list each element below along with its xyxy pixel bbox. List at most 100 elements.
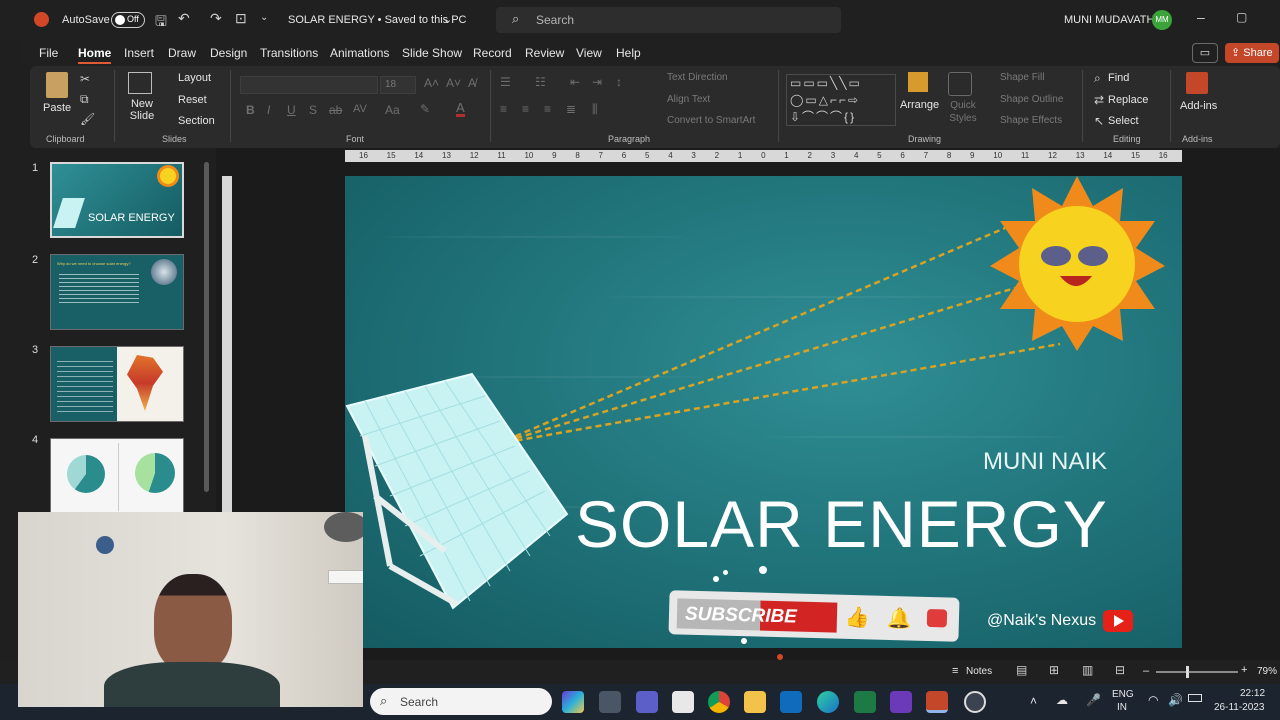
normal-view-icon[interactable]: ▤ [1016,663,1027,677]
reset-button[interactable]: Reset [178,94,207,106]
save-icon[interactable]: 🖫 [155,11,167,35]
slide-thumbnail-4[interactable] [50,438,184,514]
bullets-icon[interactable]: ☰ [500,75,511,89]
shape-outline-button[interactable]: Shape Outline [1000,94,1063,105]
font-name-dropdown[interactable] [240,76,378,94]
paste-button[interactable]: Paste [40,72,74,120]
subscribe-button[interactable]: SUBSCRIBE [676,598,838,633]
zoom-out-icon[interactable]: – [1143,665,1149,677]
change-case-icon[interactable]: Aa [385,103,400,117]
align-center-icon[interactable]: ≡ [522,102,529,116]
tab-file[interactable]: File [39,46,58,60]
powerpoint-taskbar-icon[interactable] [926,691,948,713]
tab-view[interactable]: View [576,46,602,60]
undo-icon[interactable]: ↶ [178,10,190,27]
new-slide-button[interactable]: New Slide [122,72,158,126]
copilot-icon[interactable] [562,691,584,713]
font-color-icon[interactable]: A [456,101,465,117]
clipchamp-icon[interactable] [890,691,912,713]
slide-thumbnail-3[interactable] [50,346,184,422]
tab-record[interactable]: Record [473,46,512,60]
panel-scrollbar[interactable] [204,162,209,492]
tab-animations[interactable]: Animations [330,46,389,60]
redo-icon[interactable]: ↷ [210,10,222,27]
maximize-icon[interactable]: ▢ [1236,10,1247,24]
replace-button[interactable]: Replace [1108,94,1148,106]
highlight-icon[interactable]: ✎ [420,102,430,116]
text-direction-button[interactable]: Text Direction [667,72,728,83]
quick-styles-button[interactable]: Quick Styles [942,72,982,130]
shape-effects-button[interactable]: Shape Effects [1000,115,1062,126]
taskbar-search[interactable]: ⌕ Search [370,688,552,715]
search-box[interactable]: ⌕ Search [496,7,841,33]
layout-button[interactable]: Layout [178,72,211,84]
shapes-gallery[interactable]: ▭▭▭╲╲▭ ◯▭△⌐⌐⇨ ⇩⌒⌒⌒{} [786,74,896,126]
wifi-icon[interactable]: ◠ [1148,693,1158,707]
underline-icon[interactable]: U [287,103,296,117]
outlook-icon[interactable] [780,691,802,713]
minimize-icon[interactable]: – [1197,9,1205,25]
decrease-indent-icon[interactable]: ⇤ [570,75,580,89]
share-button[interactable]: ⇪ Share [1225,43,1279,63]
slideshow-view-icon[interactable]: ⊟ [1115,663,1125,677]
addins-button[interactable]: Add-ins [1178,72,1218,126]
language-indicator-bottom[interactable]: IN [1117,702,1127,713]
align-left-icon[interactable]: ≡ [500,102,507,116]
autosave-toggle[interactable]: Off [111,12,145,28]
clock-date[interactable]: 26-11-2023 [1214,702,1264,713]
slide-sorter-icon[interactable]: ⊞ [1049,663,1059,677]
zoom-in-icon[interactable]: + [1241,664,1247,676]
subscribe-banner[interactable]: SUBSCRIBE 👍 🔔 [668,590,960,642]
present-icon[interactable]: ⊡ [235,10,247,27]
edge-icon[interactable] [817,691,839,713]
notes-button[interactable]: Notes [966,666,992,677]
tab-transitions[interactable]: Transitions [260,46,318,60]
decrease-font-icon[interactable]: A˅ [446,76,461,90]
battery-icon[interactable] [1188,694,1202,702]
format-painter-icon[interactable]: 🖌 [80,112,95,126]
tray-app-icon[interactable]: ☁ [1056,693,1068,707]
copy-icon[interactable]: ⧉ [80,92,89,107]
align-right-icon[interactable]: ≡ [544,102,551,116]
volume-icon[interactable]: 🔊 [1168,693,1183,707]
numbering-icon[interactable]: ☷ [535,75,546,89]
columns-icon[interactable]: ⫼ [592,102,598,117]
slide-thumbnail-2[interactable]: Why do we need to choose solar energy? [50,254,184,330]
settings-app-icon[interactable] [964,691,986,713]
avatar[interactable]: MM [1152,10,1172,30]
tab-review[interactable]: Review [525,46,564,60]
store-icon[interactable] [672,691,694,713]
bold-icon[interactable]: B [246,103,255,117]
cut-icon[interactable]: ✂ [80,72,90,86]
tab-insert[interactable]: Insert [124,46,154,60]
char-spacing-icon[interactable]: AV [353,103,367,115]
zoom-slider-thumb[interactable] [1186,666,1189,678]
shape-fill-button[interactable]: Shape Fill [1000,72,1044,83]
select-button[interactable]: Select [1108,115,1139,127]
customize-qat-icon[interactable]: ⌄ [260,12,268,23]
tab-home[interactable]: Home [78,46,112,64]
strikethrough-icon[interactable]: ab [329,103,342,117]
find-button[interactable]: Find [1108,72,1129,84]
shadow-icon[interactable]: S [309,103,317,117]
task-view-icon[interactable] [599,691,621,713]
increase-indent-icon[interactable]: ⇥ [592,75,602,89]
italic-icon[interactable]: I [267,103,270,117]
microphone-icon[interactable]: 🎤 [1086,693,1101,707]
slide-thumbnail-1[interactable]: SOLAR ENERGY [50,162,184,238]
zoom-slider[interactable] [1156,666,1238,678]
clear-format-icon[interactable]: A̸ [468,76,476,90]
document-title[interactable]: SOLAR ENERGY • Saved to this PC [288,14,467,26]
slide-canvas[interactable]: MUNI NAIK SOLAR ENERGY SUBSCRIBE 👍 🔔 @Na… [345,176,1182,648]
language-indicator-top[interactable]: ENG [1112,689,1134,700]
align-text-button[interactable]: Align Text [667,94,710,105]
tab-help[interactable]: Help [616,46,641,60]
tab-draw[interactable]: Draw [168,46,196,60]
tray-chevron-icon[interactable]: ˄ [1030,694,1037,708]
clock-time[interactable]: 22:12 [1240,688,1265,699]
increase-font-icon[interactable]: A˄ [424,76,439,90]
title-chevron-icon[interactable]: ⌄ [443,13,452,26]
zoom-level[interactable]: 79% [1257,666,1277,677]
justify-icon[interactable]: ≣ [566,102,576,116]
section-button[interactable]: Section [178,115,215,127]
